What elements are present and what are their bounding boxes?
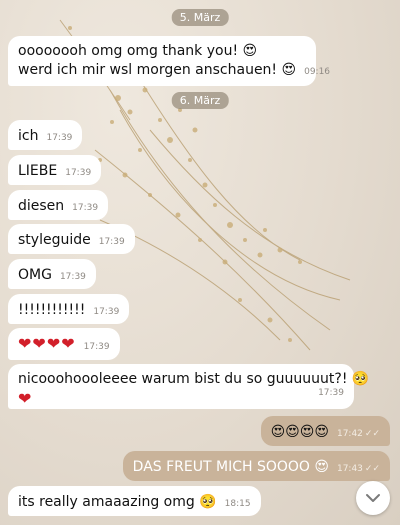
message-time: 17:39 bbox=[72, 203, 99, 213]
message-text: !!!!!!!!!!!! bbox=[18, 302, 86, 318]
scroll-to-bottom-button[interactable] bbox=[356, 481, 390, 515]
message-text: ❤ bbox=[18, 389, 33, 408]
message-text: LIEBE bbox=[18, 163, 58, 179]
message-text: diesen bbox=[18, 198, 65, 214]
message-bubble-incoming[interactable]: !!!!!!!!!!!! 17:39 bbox=[8, 294, 130, 324]
message-bubble-incoming[interactable]: oooooooh omg omg thank you! 😍 werd ich m… bbox=[8, 36, 330, 86]
double-check-icon: ✓✓ bbox=[364, 429, 380, 439]
date-separator: 6. März bbox=[171, 92, 229, 109]
message-text: DAS FREUT MICH SOOOO 😍 bbox=[132, 459, 329, 475]
message-bubble-incoming[interactable]: ich 17:39 bbox=[8, 120, 83, 150]
message-bubble-incoming[interactable]: OMG 17:39 bbox=[8, 259, 96, 289]
message-bubble-outgoing[interactable]: 😍😍😍😍 17:42 ✓✓ bbox=[260, 416, 390, 446]
message-text: ❤❤❤❤ bbox=[18, 334, 76, 353]
message-time: 17:42 bbox=[336, 429, 363, 439]
double-check-icon: ✓✓ bbox=[364, 464, 380, 474]
message-text: ich bbox=[18, 128, 39, 144]
message-bubble-incoming[interactable]: its really amaaazing omg 🥺 18:15 bbox=[8, 486, 261, 516]
message-time: 17:39 bbox=[98, 237, 125, 247]
message-bubble-outgoing[interactable]: DAS FREUT MICH SOOOO 😍 17:43 ✓✓ bbox=[122, 451, 390, 481]
message-bubble-incoming[interactable]: diesen 17:39 bbox=[8, 190, 109, 220]
message-bubble-incoming[interactable]: nicooohoooleeee warum bist du so guuuuuu… bbox=[8, 364, 370, 409]
message-time: 18:15 bbox=[224, 499, 251, 509]
message-text: oooooooh omg omg thank you! 😍 bbox=[18, 43, 258, 59]
message-time: 17:43 bbox=[336, 464, 363, 474]
chat-thread[interactable]: 5. März oooooooh omg omg thank you! 😍 we… bbox=[0, 0, 400, 525]
message-bubble-incoming[interactable]: styleguide 17:39 bbox=[8, 224, 135, 254]
message-text: nicooohoooleeee warum bist du so guuuuuu… bbox=[18, 371, 370, 387]
date-separator: 5. März bbox=[171, 9, 229, 26]
message-text: OMG bbox=[18, 267, 52, 283]
message-bubble-incoming[interactable]: LIEBE 17:39 bbox=[8, 155, 102, 185]
message-text: styleguide bbox=[18, 232, 91, 248]
message-time: 17:39 bbox=[93, 307, 120, 317]
message-time: 17:39 bbox=[65, 168, 92, 178]
message-time: 17:39 bbox=[59, 272, 86, 282]
chevron-down-icon bbox=[366, 494, 380, 502]
message-time: 17:39 bbox=[46, 133, 73, 143]
message-text: 😍😍😍😍 bbox=[270, 424, 329, 440]
message-text: its really amaaazing omg 🥺 bbox=[18, 494, 217, 510]
message-time: 17:39 bbox=[318, 388, 344, 398]
message-bubble-incoming[interactable]: ❤❤❤❤ 17:39 bbox=[8, 328, 120, 360]
message-text: werd ich mir wsl morgen anschauen! 😍 bbox=[18, 62, 297, 78]
message-time: 09:16 bbox=[304, 67, 331, 77]
message-time: 17:39 bbox=[83, 342, 110, 352]
